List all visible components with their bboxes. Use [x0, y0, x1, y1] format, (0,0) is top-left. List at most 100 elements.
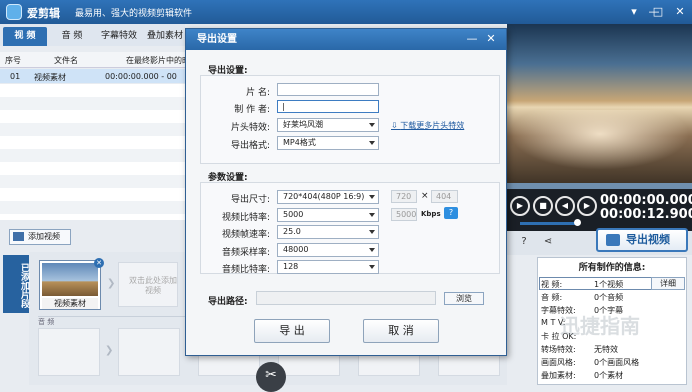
- scissors-icon[interactable]: ✂: [256, 362, 286, 392]
- film-name-input[interactable]: [277, 83, 379, 96]
- intro-effect-select[interactable]: 好莱坞风潮: [277, 118, 379, 132]
- info-row: 音 频: 0个音频: [541, 292, 623, 303]
- add-video-label: 添加视频: [28, 232, 60, 241]
- sample-rate-select[interactable]: 48000: [277, 243, 379, 257]
- times-sign: ×: [421, 191, 429, 201]
- audio-slot[interactable]: [118, 328, 180, 376]
- remove-clip-icon[interactable]: ✕: [94, 258, 104, 268]
- total-time: 00:00:12.900: [600, 207, 692, 222]
- help-icon[interactable]: ?: [518, 236, 530, 248]
- video-bitrate-label: 视频比特率:: [221, 213, 270, 223]
- empty-table-rows: [0, 84, 185, 220]
- video-bitrate-select[interactable]: 5000: [277, 208, 379, 222]
- chevron-down-icon: [369, 213, 375, 217]
- tab-bar: 视 频 音 频 字幕特效 叠加素材: [0, 24, 185, 46]
- volume-knob[interactable]: [574, 219, 581, 226]
- download-effects-link[interactable]: ⇩ 下载更多片头特效: [391, 120, 464, 131]
- row-time: 00:00:00.000 - 00: [105, 72, 177, 81]
- arrow-right-icon: ❯: [105, 345, 114, 356]
- chevron-down-icon: [369, 195, 375, 199]
- cancel-button[interactable]: 取 消: [363, 319, 439, 343]
- title-bar: 爱剪辑 最易用、强大的视频剪辑软件 ▾ — □ ✕: [0, 0, 692, 24]
- row-filename: 视频素材: [34, 73, 66, 82]
- timeline-clip[interactable]: 视频素材: [39, 260, 101, 310]
- info-value: 0个画面风格: [594, 358, 640, 367]
- dialog-close-button[interactable]: ✕: [483, 32, 499, 46]
- clip-table-header: 序号 文件名 在最终影片中的时: [0, 52, 190, 68]
- author-input[interactable]: |: [277, 100, 379, 113]
- col-index: 序号: [5, 56, 21, 65]
- frame-rate-value: 25.0: [283, 227, 301, 236]
- arrow-right-icon: ❯: [107, 278, 116, 289]
- dialog-minimize-button[interactable]: —: [464, 32, 480, 46]
- height-input: 404: [431, 190, 458, 203]
- export-button[interactable]: 导 出: [254, 319, 330, 343]
- kbps-label: Kbps: [421, 210, 441, 218]
- chevron-down-icon: [369, 141, 375, 145]
- size-value: 720*404(480P 16:9): [283, 192, 365, 201]
- menu-icon[interactable]: ▾: [626, 4, 642, 20]
- info-value: 0个音频: [594, 293, 624, 302]
- row-index: 01: [10, 72, 21, 81]
- table-row[interactable]: 01 视频素材 00:00:00.000 - 00: [0, 69, 185, 83]
- add-video-hint: 双击此处添加视频: [129, 276, 177, 295]
- info-key: 转场特效:: [541, 345, 576, 354]
- info-key: 音 频:: [541, 293, 563, 302]
- tab-subtitle-effects[interactable]: 字幕特效: [96, 27, 142, 46]
- add-video-button[interactable]: 添加视频: [9, 229, 71, 245]
- size-label: 导出尺寸:: [230, 195, 270, 205]
- prev-frame-icon[interactable]: ◀: [555, 196, 575, 216]
- info-key: 视 频:: [541, 280, 563, 289]
- info-row: 视 频: 1个视频: [541, 279, 623, 290]
- added-clips-tab[interactable]: 已添加片段: [3, 255, 29, 313]
- help-icon[interactable]: ?: [444, 207, 458, 219]
- format-select[interactable]: MP4格式: [277, 136, 379, 150]
- maximize-button[interactable]: □: [650, 4, 666, 20]
- sample-rate-value: 48000: [283, 245, 309, 254]
- close-button[interactable]: ✕: [672, 4, 688, 20]
- info-key: 叠加素材:: [541, 371, 576, 380]
- col-time: 在最终影片中的时: [126, 56, 190, 65]
- stop-icon[interactable]: ■: [533, 196, 553, 216]
- export-path-input[interactable]: [256, 291, 436, 305]
- next-frame-icon[interactable]: ▶: [577, 196, 597, 216]
- browse-button[interactable]: 浏览: [444, 292, 484, 305]
- current-time: 00:00:00.000: [600, 193, 692, 208]
- info-panel-title: 所有制作的信息:: [578, 263, 646, 273]
- clip-thumbnail: [42, 263, 98, 296]
- info-value: 无特效: [594, 345, 618, 354]
- custom-bitrate-input: 5000: [391, 208, 417, 221]
- audio-bitrate-label: 音频比特率:: [221, 265, 270, 275]
- film-name-label: 片 名:: [246, 88, 270, 98]
- clip-name: 视频素材: [42, 298, 98, 309]
- info-key: 画面风格:: [541, 358, 576, 367]
- share-icon[interactable]: ⋖: [542, 236, 554, 248]
- export-video-button[interactable]: 导出视频: [596, 228, 688, 252]
- size-select[interactable]: 720*404(480P 16:9): [277, 190, 379, 204]
- play-icon[interactable]: ▶: [510, 196, 530, 216]
- download-icon: ⇩: [391, 121, 401, 130]
- audio-bitrate-value: 128: [283, 262, 299, 271]
- download-link-label: 下载更多片头特效: [400, 121, 465, 130]
- tab-audio[interactable]: 音 频: [52, 27, 92, 46]
- chevron-down-icon: [369, 265, 375, 269]
- detail-button[interactable]: 详细: [651, 277, 685, 290]
- app-logo-icon: [6, 4, 22, 20]
- tab-overlay[interactable]: 叠加素材: [145, 27, 185, 46]
- video-bitrate-value: 5000: [283, 210, 304, 219]
- chevron-down-icon: [369, 248, 375, 252]
- format-value: MP4格式: [283, 138, 316, 147]
- export-icon: [606, 234, 620, 246]
- intro-effect-value: 好莱坞风潮: [283, 120, 323, 129]
- info-row: 画面风格: 0个画面风格: [541, 357, 639, 368]
- format-label: 导出格式:: [230, 141, 270, 151]
- watermark: 迅捷指南: [560, 314, 640, 338]
- tab-video[interactable]: 视 频: [3, 27, 47, 46]
- frame-rate-select[interactable]: 25.0: [277, 225, 379, 239]
- export-video-label: 导出视频: [626, 233, 670, 246]
- audio-bitrate-select[interactable]: 128: [277, 260, 379, 274]
- intro-effect-label: 片头特效:: [230, 123, 270, 133]
- audio-slot[interactable]: [38, 328, 100, 376]
- app-name: 爱剪辑: [27, 7, 60, 20]
- volume-slider[interactable]: [520, 222, 576, 225]
